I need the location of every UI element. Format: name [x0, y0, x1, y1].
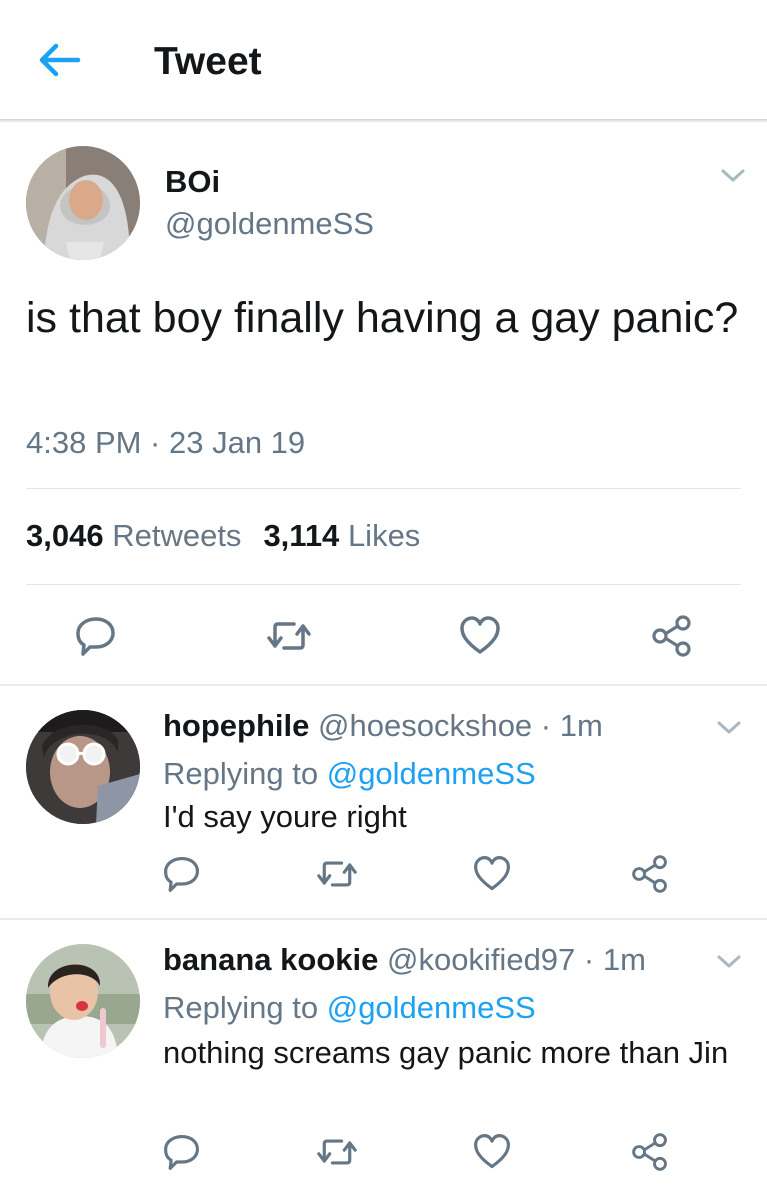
retweet-icon — [317, 1139, 357, 1165]
like-button[interactable] — [472, 1132, 512, 1172]
avatar-photo — [26, 944, 140, 1058]
chevron-down-icon — [717, 955, 741, 968]
heart-icon — [474, 856, 510, 891]
avatar-photo — [26, 710, 140, 824]
tweet-stats: 3,046 Retweets 3,114 Likes — [26, 518, 420, 554]
display-name[interactable]: hopephile — [163, 708, 309, 743]
share-button[interactable] — [630, 854, 670, 894]
reply-text: I'd say youre right — [163, 799, 407, 834]
tweet-menu-caret[interactable] — [712, 952, 746, 972]
retweet-icon — [317, 861, 357, 887]
avatar[interactable] — [26, 146, 140, 260]
share-button[interactable] — [650, 614, 694, 658]
header-divider — [0, 119, 767, 123]
display-name[interactable]: BOi — [165, 164, 220, 200]
likes-count[interactable]: 3,114 — [263, 518, 339, 553]
reply-time: · 1m — [583, 942, 646, 977]
mention-link[interactable]: @goldenmeSS — [327, 756, 536, 791]
reply-button[interactable] — [74, 614, 118, 658]
chevron-down-icon — [717, 721, 741, 734]
heart-icon — [474, 1134, 510, 1169]
reply-button[interactable] — [162, 854, 202, 894]
avatar[interactable] — [26, 710, 140, 824]
reply-time: · 1m — [540, 708, 603, 743]
reply-icon — [76, 617, 115, 656]
retweets-count[interactable]: 3,046 — [26, 518, 104, 553]
chevron-down-icon — [721, 169, 745, 182]
retweet-button[interactable] — [264, 614, 314, 658]
user-handle[interactable]: @kookified97 — [387, 942, 575, 977]
retweet-icon — [267, 622, 311, 650]
reply-icon — [164, 1134, 200, 1170]
retweet-button[interactable] — [314, 1132, 360, 1172]
retweet-button[interactable] — [314, 854, 360, 894]
arrow-left-icon — [39, 43, 81, 77]
like-button[interactable] — [472, 854, 512, 894]
display-name[interactable]: banana kookie — [163, 942, 378, 977]
divider — [26, 488, 741, 489]
reply-header: banana kookie @kookified97 · 1m — [163, 942, 646, 978]
user-handle[interactable]: @hoesockshoe — [318, 708, 532, 743]
heart-icon — [460, 616, 500, 654]
reply-tweet: banana kookie @kookified97 · 1m Replying… — [0, 920, 767, 1200]
replying-to-line: Replying to @goldenmeSS — [163, 756, 536, 792]
share-icon — [652, 615, 691, 657]
reply-tweet: hopephile @hoesockshoe · 1m Replying to … — [0, 686, 767, 918]
user-handle[interactable]: @goldenmeSS — [165, 206, 374, 242]
reply-button[interactable] — [162, 1132, 202, 1172]
back-button[interactable] — [30, 38, 86, 82]
main-tweet: BOi @goldenmeSS is that boy finally havi… — [0, 124, 767, 685]
share-icon — [632, 855, 667, 893]
replying-to-label: Replying to — [163, 990, 319, 1025]
tweet-menu-caret[interactable] — [712, 718, 746, 738]
reply-text: nothing screams gay panic more than Jin — [163, 1035, 729, 1070]
likes-label[interactable]: Likes — [348, 518, 420, 553]
divider — [26, 584, 741, 585]
reply-header: hopephile @hoesockshoe · 1m — [163, 708, 603, 744]
share-button[interactable] — [630, 1132, 670, 1172]
like-button[interactable] — [458, 614, 502, 658]
tweet-timestamp[interactable]: 4:38 PM · 23 Jan 19 — [26, 425, 305, 461]
page-title: Tweet — [154, 40, 262, 83]
tweet-text: is that boy finally having a gay panic? — [26, 294, 739, 342]
replying-to-line: Replying to @goldenmeSS — [163, 990, 536, 1026]
top-bar: Tweet — [0, 0, 767, 120]
avatar-photo — [26, 146, 140, 260]
mention-link[interactable]: @goldenmeSS — [327, 990, 536, 1025]
share-icon — [632, 1133, 667, 1171]
reply-icon — [164, 856, 200, 892]
avatar[interactable] — [26, 944, 140, 1058]
replying-to-label: Replying to — [163, 756, 319, 791]
retweets-label[interactable]: Retweets — [112, 518, 241, 553]
tweet-menu-caret[interactable] — [716, 166, 750, 186]
